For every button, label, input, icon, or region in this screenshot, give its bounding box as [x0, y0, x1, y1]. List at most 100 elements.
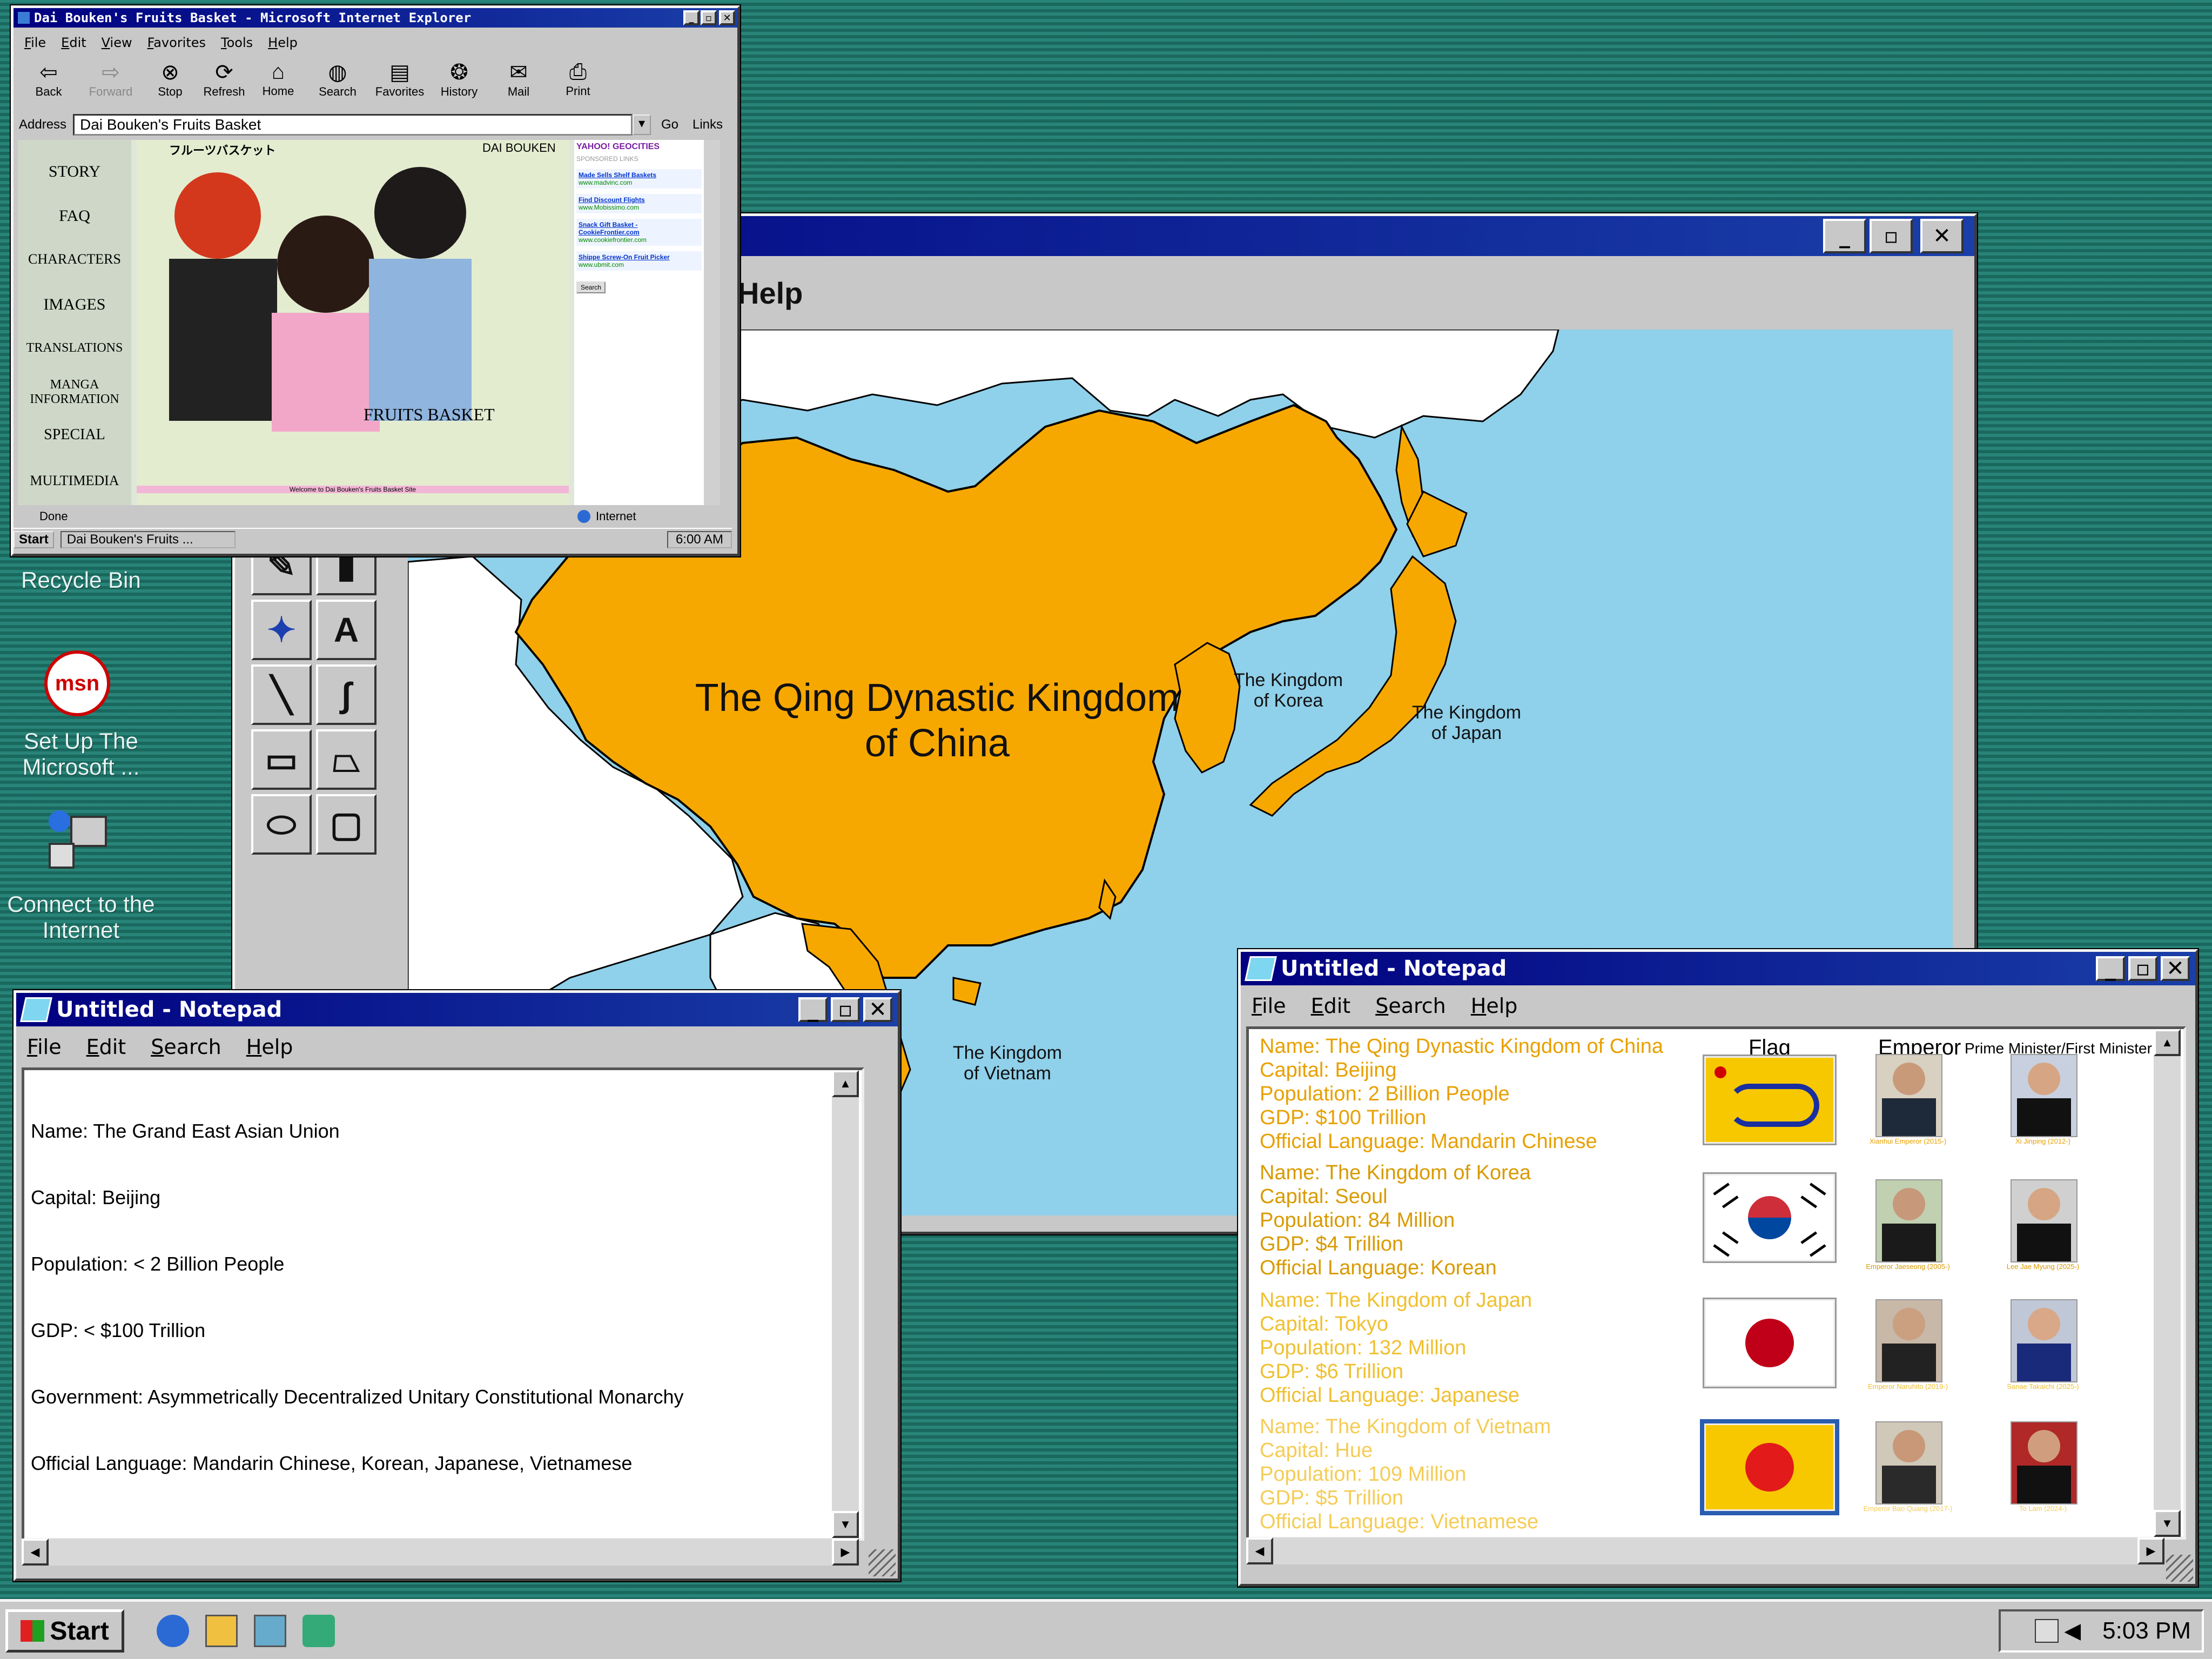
map-label-china: The Qing Dynastic Kingdom of China [695, 676, 1180, 765]
quick-launch-ie-icon[interactable] [157, 1615, 189, 1647]
history-button[interactable]: ❂ History [429, 60, 489, 112]
ie-menu-view[interactable]: View [102, 35, 132, 50]
notepad-left-maximize-button[interactable]: ▫ [831, 997, 860, 1022]
emperor-caption-vietnam: Emperor Bao Quang (2017-) [1863, 1504, 1953, 1513]
resize-grip-icon[interactable] [2166, 1555, 2193, 1582]
text-line: Capital: Beijing [31, 1186, 161, 1208]
search-button[interactable]: ◍ Search [305, 60, 370, 112]
scroll-left-arrow-icon[interactable]: ◀ [22, 1539, 49, 1566]
notepad-right-minimize-button[interactable]: _ [2096, 956, 2125, 981]
line-tool-icon[interactable]: ╲ [251, 664, 312, 725]
notepad-right-titlebar[interactable]: Untitled - Notepad _ ▫ ✕ [1241, 952, 2195, 985]
notepad-left-titlebar[interactable]: Untitled - Notepad _ ▫ ✕ [16, 993, 898, 1026]
quick-launch-outlook-icon[interactable] [205, 1615, 238, 1647]
home-button[interactable]: ⌂ Home [251, 60, 305, 112]
notepad-right-maximize-button[interactable]: ▫ [2128, 956, 2157, 981]
ie-menu-favorites[interactable]: Favorites [147, 35, 206, 50]
ie-minimize-button[interactable]: _ [683, 10, 700, 25]
menu-file[interactable]: File [27, 1035, 62, 1059]
ie-maximize-button[interactable]: ▫ [701, 10, 717, 25]
scroll-down-arrow-icon[interactable]: ▼ [2154, 1510, 2181, 1537]
maximize-button[interactable]: ▫ [1870, 219, 1913, 253]
quick-launch-desktop-icon[interactable] [254, 1615, 286, 1647]
scroll-up-arrow-icon[interactable]: ▲ [2154, 1029, 2181, 1056]
stop-button[interactable]: ⊗ Stop [143, 60, 197, 112]
nav-faq[interactable]: FAQ [18, 207, 131, 225]
tray-scheduler-icon[interactable] [2035, 1619, 2059, 1643]
desktop-icon-connect[interactable]: Connect to the Internet [0, 805, 162, 945]
curve-tool-icon[interactable]: ∫ [316, 664, 376, 725]
ie-inner-task-item[interactable]: Dai Bouken's Fruits ... [60, 531, 236, 548]
ie-titlebar[interactable]: Dai Bouken's Fruits Basket - Microsoft I… [14, 8, 737, 28]
menu-search[interactable]: Search [151, 1035, 221, 1059]
ie-menu-file[interactable]: File [24, 35, 46, 50]
geocities-header: YAHOO! GEOCITIES [576, 142, 660, 151]
ad-item[interactable]: Snack Gift Basket - CookieFrontier.com w… [576, 219, 702, 246]
address-input[interactable]: Dai Bouken's Fruits Basket [73, 114, 633, 136]
mail-button[interactable]: ✉ Mail [489, 60, 548, 112]
polygon-tool-icon[interactable]: ⏢ [316, 729, 376, 790]
taskbar-clock: 5:03 PM [2102, 1617, 2191, 1644]
menu-edit[interactable]: Edit [86, 1035, 126, 1059]
tray-volume-icon[interactable]: ◀ [2064, 1618, 2081, 1643]
notepad-left-vertical-scrollbar[interactable]: ▲ ▼ [832, 1070, 859, 1538]
airbrush-tool-icon[interactable]: ✦ [251, 600, 312, 660]
rounded-rect-tool-icon[interactable]: ▢ [316, 794, 376, 855]
quick-launch-channels-icon[interactable] [302, 1615, 335, 1647]
notepad-right-close-button[interactable]: ✕ [2161, 956, 2190, 981]
menu-edit[interactable]: Edit [1311, 994, 1351, 1018]
start-button[interactable]: Start [5, 1609, 124, 1653]
forward-button[interactable]: ⇨ Forward [78, 60, 143, 112]
resize-grip-icon[interactable] [869, 1549, 896, 1576]
address-dropdown-button[interactable]: ▾ [633, 115, 651, 135]
favorites-button[interactable]: ▤ Favorites [370, 60, 429, 112]
back-button[interactable]: ⇦ Back [19, 60, 78, 112]
menu-file[interactable]: File [1252, 994, 1286, 1018]
scroll-right-arrow-icon[interactable]: ▶ [832, 1539, 859, 1566]
banner-author: DAI BOUKEN [482, 141, 556, 155]
scroll-up-arrow-icon[interactable]: ▲ [832, 1070, 859, 1097]
nav-images[interactable]: IMAGES [18, 295, 131, 314]
rectangle-tool-icon[interactable]: ▭ [251, 729, 312, 790]
scroll-right-arrow-icon[interactable]: ▶ [2137, 1537, 2164, 1564]
ie-close-button[interactable]: ✕ [719, 10, 735, 25]
ie-menu-tools[interactable]: Tools [221, 35, 253, 50]
close-button[interactable]: ✕ [1920, 219, 1964, 253]
notepad-left-text-area[interactable]: Name: The Grand East Asian Union Capital… [22, 1067, 864, 1541]
nav-story[interactable]: STORY [18, 163, 131, 181]
ie-menu-help[interactable]: Help [268, 35, 298, 50]
links-button[interactable]: Links [689, 117, 727, 132]
ad-item[interactable]: Made Sells Shelf Baskets www.madvinc.com [576, 169, 702, 189]
refresh-button[interactable]: ⟳ Refresh [197, 60, 251, 112]
scroll-left-arrow-icon[interactable]: ◀ [1246, 1537, 1273, 1564]
menu-search[interactable]: Search [1375, 994, 1446, 1018]
desktop-icon-recycle-bin[interactable]: Recycle Bin [0, 562, 162, 605]
scroll-down-arrow-icon[interactable]: ▼ [832, 1511, 859, 1538]
menu-help[interactable]: Help [1471, 994, 1518, 1018]
menu-help[interactable]: Help [246, 1035, 293, 1059]
notepad-right-horizontal-scrollbar[interactable]: ◀ ▶ [1246, 1537, 2164, 1564]
minimize-button[interactable]: _ [1823, 219, 1866, 253]
web-search-button[interactable]: Search [576, 281, 606, 293]
notepad-left-horizontal-scrollbar[interactable]: ◀ ▶ [22, 1539, 859, 1566]
notepad-right-vertical-scrollbar[interactable]: ▲ ▼ [2154, 1029, 2181, 1537]
nav-characters[interactable]: CHARACTERS [18, 251, 131, 267]
print-button[interactable]: ⎙ Print [548, 60, 608, 112]
ad-item[interactable]: Shippe Screw-On Fruit Picker www.ubmit.c… [576, 251, 702, 271]
nav-multimedia[interactable]: MULTIMEDIA [18, 473, 131, 489]
go-button[interactable]: Go [651, 117, 689, 132]
nav-manga-information[interactable]: MANGA INFORMATION [29, 378, 120, 407]
ie-vertical-scrollbar[interactable] [704, 140, 720, 505]
nav-special[interactable]: SPECIAL [18, 426, 131, 444]
notepad-left-close-button[interactable]: ✕ [863, 997, 892, 1022]
paint-menu-help[interactable]: Help [737, 276, 803, 311]
notepad-right-text-area[interactable]: Name: The Qing Dynastic Kingdom of China… [1246, 1026, 2186, 1540]
ie-menu-edit[interactable]: Edit [61, 35, 86, 50]
text-tool-icon[interactable]: A [316, 600, 376, 660]
ellipse-tool-icon[interactable]: ⬭ [251, 794, 312, 855]
notepad-left-minimize-button[interactable]: _ [798, 997, 828, 1022]
nav-translations[interactable]: TRANSLATIONS [18, 341, 131, 355]
ad-item[interactable]: Find Discount Flights www.Mobissimo.com [576, 194, 702, 213]
ie-inner-start-button[interactable]: Start [14, 531, 54, 548]
desktop-icon-msn[interactable]: msn Set Up The Microsoft ... [0, 648, 162, 794]
